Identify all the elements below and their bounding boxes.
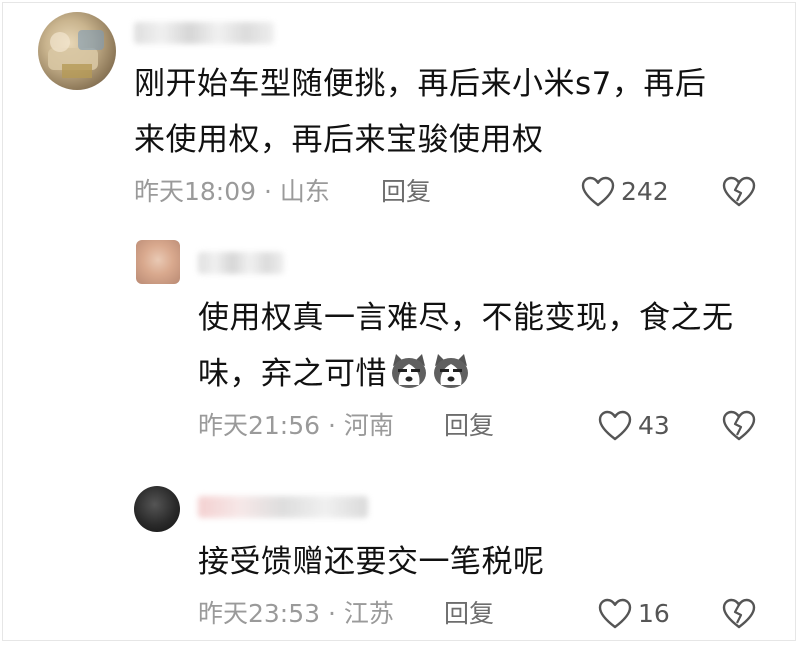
husky-emoji <box>392 354 426 388</box>
comment-time: 昨天18:09 <box>134 177 257 206</box>
reply-button[interactable]: 回复 <box>381 177 431 207</box>
like-button[interactable]: 16 <box>598 598 670 630</box>
meta-separator: · <box>320 599 344 628</box>
comment-time: 昨天21:56 <box>198 411 321 440</box>
husky-emoji <box>434 354 468 388</box>
broken-heart-icon[interactable] <box>722 410 756 442</box>
like-count: 242 <box>621 177 669 206</box>
like-count: 43 <box>638 411 670 440</box>
avatar[interactable] <box>134 486 180 532</box>
reply-button[interactable]: 回复 <box>444 599 494 629</box>
comment-text: 接受馈赠还要交一笔税呢 <box>198 544 545 580</box>
broken-heart-icon[interactable] <box>722 598 756 630</box>
like-count: 16 <box>638 599 670 628</box>
heart-outline-icon <box>598 410 632 441</box>
comment-meta: 昨天18:09 · 山东 <box>134 177 330 207</box>
comment-location: 江苏 <box>343 599 394 628</box>
avatar[interactable] <box>38 12 116 90</box>
avatar[interactable] <box>136 240 180 284</box>
heart-outline-icon <box>598 598 632 629</box>
like-button[interactable]: 43 <box>598 410 670 442</box>
like-button[interactable]: 242 <box>581 176 669 208</box>
heart-outline-icon <box>581 176 615 207</box>
avatar-image <box>48 30 104 78</box>
comment-text: 使用权真一言难尽，不能变现，食之无 味，弃之可惜 <box>198 300 734 392</box>
comment-text: 刚开始车型随便挑，再后来小米s7，再后 来使用权，再后来宝骏使用权 <box>134 66 707 158</box>
comment-location: 河南 <box>343 411 394 440</box>
comment-meta: 昨天23:53 · 江苏 <box>198 599 394 629</box>
reply-button[interactable]: 回复 <box>444 411 494 441</box>
comment-time: 昨天23:53 <box>198 599 321 628</box>
username-blurred[interactable] <box>134 22 274 44</box>
meta-separator: · <box>256 177 280 206</box>
comment-location: 山东 <box>279 177 330 206</box>
meta-separator: · <box>320 411 344 440</box>
username-blurred[interactable] <box>198 252 284 274</box>
comment-meta: 昨天21:56 · 河南 <box>198 411 394 441</box>
broken-heart-icon[interactable] <box>722 176 756 208</box>
username-blurred[interactable] <box>198 496 368 518</box>
